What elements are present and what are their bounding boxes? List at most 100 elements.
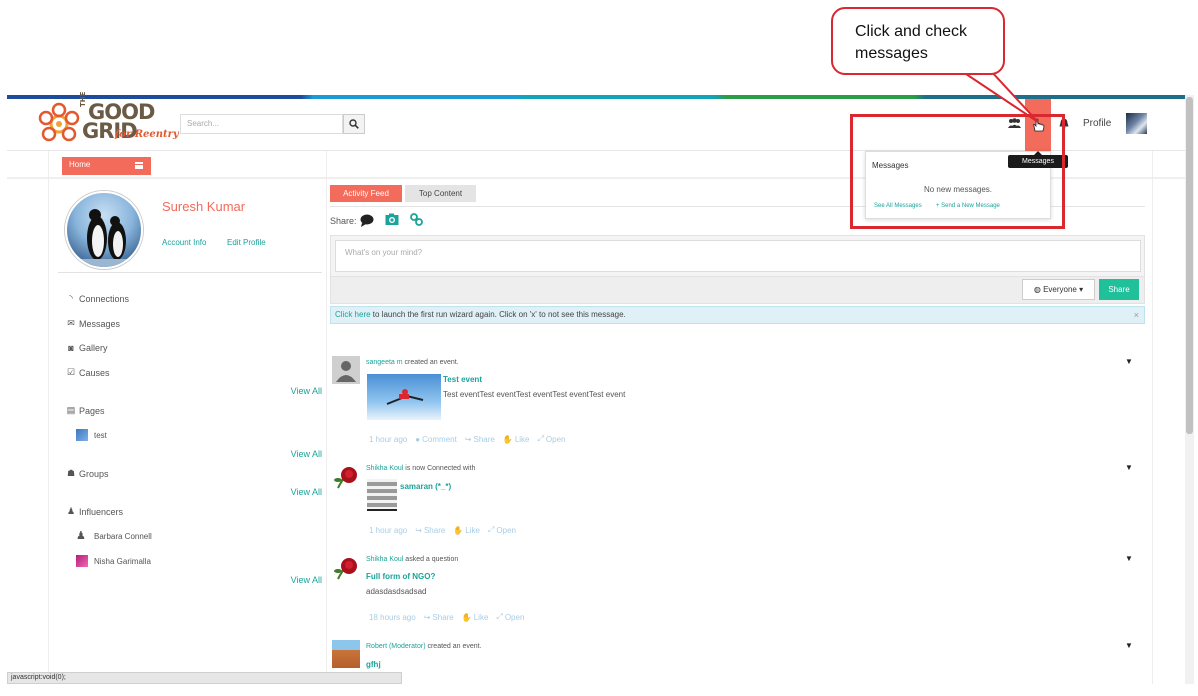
profile-link[interactable]: Profile	[1083, 118, 1111, 129]
comment-label: Comment	[422, 434, 457, 444]
callout-text: Click and check messages	[855, 23, 968, 62]
feed-action: asked a question	[403, 556, 459, 563]
account-info-link[interactable]: Account Info	[162, 238, 206, 247]
user-placeholder-avatar[interactable]	[332, 356, 360, 384]
feed-user-link[interactable]: Shikha Koul	[366, 465, 403, 472]
close-icon[interactable]: ×	[1134, 310, 1139, 320]
influencer-item[interactable]: ♟ Barbara Connell	[76, 530, 152, 542]
logo-flower-icon[interactable]	[37, 102, 81, 146]
open-action[interactable]: ⤢ Open	[538, 434, 566, 444]
rose-avatar-icon[interactable]	[332, 462, 360, 490]
feed-item: Shikha Koul asked a question ▼ Full form…	[332, 553, 1137, 628]
event-description: Test eventTest eventTest eventTest event…	[443, 390, 626, 399]
share-label: Share	[423, 525, 446, 535]
question-title-link[interactable]: Full form of NGO?	[366, 572, 435, 581]
view-all-causes-link[interactable]: View All	[291, 386, 322, 396]
first-run-link[interactable]: Click here	[335, 310, 371, 319]
sidebar-label: Groups	[79, 468, 109, 479]
like-label: Like	[473, 612, 489, 622]
connection-name-link[interactable]: samaran (*_*)	[400, 482, 451, 491]
search-icon	[349, 119, 359, 129]
sidebar-item-pages[interactable]: ▤ Pages	[66, 405, 105, 416]
home-menu-button[interactable]: Home	[62, 157, 151, 175]
expand-icon: ⤢	[537, 434, 544, 443]
timestamp[interactable]: 18 hours ago	[369, 612, 416, 622]
share-action[interactable]: ↪ Share	[415, 525, 445, 535]
user-placeholder-icon: ♟	[76, 530, 86, 542]
search-input[interactable]: Search...	[180, 114, 343, 134]
post-textarea[interactable]: What's on your mind?	[335, 240, 1141, 272]
timestamp[interactable]: 1 hour ago	[369, 434, 407, 444]
sidebar-item-causes[interactable]: ☑ Causes	[66, 367, 110, 378]
feed-item: Robert (Moderator) created an event. ▼ g…	[332, 640, 1137, 672]
view-all-pages-link[interactable]: View All	[291, 449, 322, 459]
sidebar-item-connections[interactable]: ◝ Connections	[66, 293, 129, 304]
open-label: Open	[496, 525, 516, 535]
event-title-link[interactable]: gfhj	[366, 660, 381, 669]
like-action[interactable]: ✋ Like	[503, 434, 530, 444]
share-action[interactable]: ↪ Share	[465, 434, 495, 444]
sidebar-label: Pages	[79, 405, 105, 416]
tab-top-content[interactable]: Top Content	[405, 185, 476, 202]
event-title-link[interactable]: Test event	[443, 375, 482, 384]
feed-actions: 18 hours ago ↪ Share ✋ Like ⤢ Open	[369, 612, 524, 622]
robert-avatar[interactable]	[332, 640, 360, 668]
edit-profile-link[interactable]: Edit Profile	[227, 238, 266, 247]
feed-item: Shikha Koul is now Connected with ▼ sama…	[332, 462, 1137, 537]
like-action[interactable]: ✋ Like	[462, 612, 489, 622]
view-all-groups-link[interactable]: View All	[291, 487, 322, 497]
camera-icon: ◙	[68, 343, 74, 353]
feed-user-link[interactable]: sangeeta m	[366, 359, 403, 366]
sidebar-item-messages[interactable]: ✉ Messages	[66, 318, 120, 329]
influencer-item[interactable]: Nisha Garimalla	[76, 555, 151, 567]
scrollbar-thumb[interactable]	[1186, 97, 1193, 434]
view-all-influencers-link[interactable]: View All	[291, 575, 322, 585]
page-item-test[interactable]: test	[76, 429, 107, 441]
like-action[interactable]: ✋ Like	[453, 525, 480, 535]
sidebar-label: Connections	[79, 293, 130, 304]
skydiver-image-icon	[386, 389, 424, 405]
like-label: Like	[465, 525, 480, 535]
sidebar-item-influencers[interactable]: ♟ Influencers	[66, 506, 123, 517]
checkbox-icon: ☑	[66, 367, 76, 377]
logo-the: THE	[79, 91, 87, 107]
caret-down-icon[interactable]: ▼	[1125, 357, 1133, 366]
user-avatar-small[interactable]	[1126, 113, 1147, 134]
sidebar-item-gallery[interactable]: ◙ Gallery	[66, 343, 107, 353]
timestamp[interactable]: 1 hour ago	[369, 525, 407, 535]
feed-user-link[interactable]: Shikha Koul	[366, 556, 403, 563]
link-icon[interactable]	[410, 213, 423, 226]
influencer-avatar	[76, 555, 88, 567]
feed-header: Shikha Koul asked a question	[366, 556, 458, 563]
event-image[interactable]	[367, 374, 441, 420]
audience-select[interactable]: ◍ Everyone ▾	[1022, 279, 1095, 300]
rose-avatar-icon[interactable]	[332, 553, 360, 581]
like-label: Like	[514, 434, 530, 444]
tab-activity-feed[interactable]: Activity Feed	[330, 185, 402, 202]
caret-down-icon[interactable]: ▼	[1125, 641, 1133, 650]
search-button[interactable]	[343, 114, 365, 134]
instruction-callout: Click and check messages	[831, 7, 1005, 75]
share-action[interactable]: ↪ Share	[424, 612, 454, 622]
open-action[interactable]: ⤢ Open	[496, 612, 524, 622]
connection-avatar[interactable]	[367, 479, 397, 511]
profile-avatar[interactable]	[65, 191, 143, 269]
page-icon: ▤	[66, 405, 76, 415]
feed-header: Robert (Moderator) created an event.	[366, 643, 482, 650]
open-action[interactable]: ⤢ Open	[488, 525, 516, 535]
photo-icon[interactable]	[385, 213, 399, 226]
profile-name[interactable]: Suresh Kumar	[162, 199, 245, 214]
comment-action[interactable]: ● Comment	[415, 434, 457, 444]
share-button[interactable]: Share	[1099, 279, 1139, 300]
open-label: Open	[545, 434, 566, 444]
speech-bubble-icon[interactable]	[360, 214, 374, 227]
caret-down-icon[interactable]: ▼	[1125, 554, 1133, 563]
highlight-box	[850, 114, 1065, 229]
caret-down-icon[interactable]: ▼	[1125, 463, 1133, 472]
feed-user-link[interactable]: Robert (Moderator)	[366, 643, 426, 650]
sidebar-item-groups[interactable]: ☗ Groups	[66, 468, 109, 479]
comment-icon: ●	[415, 434, 421, 444]
feed-item: sangeeta m created an event. ▼ Test even…	[332, 356, 1137, 446]
share-label: Share	[473, 434, 495, 444]
alert-text: to launch the first run wizard again. Cl…	[370, 310, 626, 319]
